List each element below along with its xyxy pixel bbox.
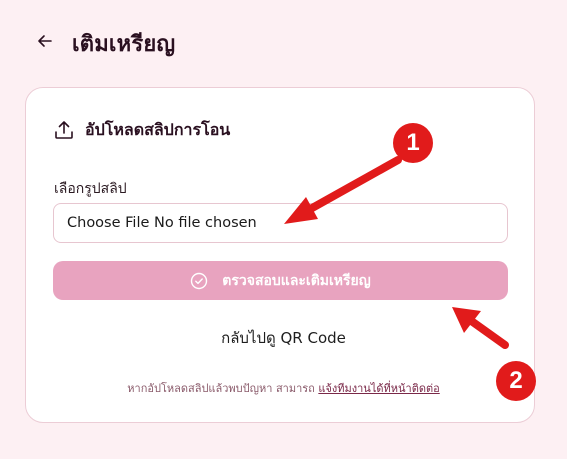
annotation-badge-2: 2	[496, 361, 536, 401]
card-header: อัปโหลดสลิปการโอน	[53, 118, 230, 142]
slip-field-label: เลือกรูปสลิป	[54, 181, 127, 197]
verify-and-topup-button[interactable]: ตรวจสอบและเติมเหรียญ	[53, 261, 508, 300]
help-text: หากอัปโหลดสลิปแล้วพบปัญหา สามารถ แจ้งทีม…	[0, 379, 567, 397]
annotation-badge-1: 1	[393, 123, 433, 163]
arrow-left-icon[interactable]	[36, 32, 54, 50]
upload-icon	[55, 121, 73, 139]
check-circle-icon	[191, 272, 208, 289]
back-to-qr-link[interactable]: กลับไปดู QR Code	[0, 326, 567, 350]
file-input-text: Choose File No file chosen	[67, 215, 257, 231]
contact-link[interactable]: แจ้งทีมงานได้ที่หน้าติดต่อ	[318, 382, 439, 395]
card-title: อัปโหลดสลิปการโอน	[85, 119, 231, 139]
slip-file-input[interactable]: Choose File No file chosen	[53, 203, 508, 243]
help-text-body: หากอัปโหลดสลิปแล้วพบปัญหา สามารถ	[127, 382, 315, 395]
submit-label: ตรวจสอบและเติมเหรียญ	[222, 272, 371, 289]
page-title: เติมเหรียญ	[72, 32, 176, 57]
